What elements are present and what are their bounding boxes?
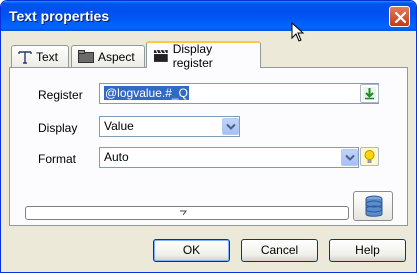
tab-text[interactable]: Text — [11, 45, 69, 67]
format-label: Format — [38, 152, 77, 166]
display-dropdown-button[interactable] — [222, 118, 239, 135]
register-label: Register — [38, 88, 83, 102]
tab-aspect[interactable]: Aspect — [71, 45, 145, 67]
caret-icon — [180, 210, 187, 216]
display-value: Value — [104, 119, 134, 133]
database-icon — [365, 195, 383, 217]
register-browse-button[interactable] — [360, 84, 379, 103]
close-icon — [394, 11, 407, 24]
text-t-icon — [18, 50, 32, 64]
folder-icon — [78, 50, 94, 63]
tab-aspect-label: Aspect — [98, 49, 135, 64]
format-value: Auto — [104, 150, 129, 164]
ok-button[interactable]: OK — [153, 239, 230, 262]
lightbulb-icon — [364, 150, 375, 163]
tab-display-register-label: Display register — [172, 41, 213, 70]
tab-text-label: Text — [36, 49, 59, 64]
chevron-down-icon — [226, 123, 236, 130]
format-dropdown-button[interactable] — [341, 149, 358, 166]
tab-display-register[interactable]: Display register — [146, 41, 261, 70]
display-label: Display — [38, 121, 78, 135]
download-arrow-icon — [363, 87, 376, 100]
database-button[interactable] — [353, 191, 393, 221]
cancel-button[interactable]: Cancel — [241, 239, 318, 262]
preview-bar — [25, 206, 349, 220]
window-title: Text properties — [9, 8, 110, 24]
title-bar[interactable]: Text properties — [1, 1, 416, 31]
format-select[interactable]: Auto — [99, 147, 359, 168]
register-value: @logvalue.#_Q — [104, 86, 189, 100]
display-select[interactable]: Value — [99, 116, 240, 137]
format-wizard-button[interactable] — [360, 147, 379, 166]
help-button[interactable]: Help — [329, 239, 406, 262]
clapper-icon — [153, 49, 168, 62]
mouse-cursor-icon — [291, 22, 305, 42]
chevron-down-icon — [345, 154, 355, 161]
dialog-window: Text properties Text Aspect Display regi… — [0, 0, 417, 273]
close-button[interactable] — [389, 6, 410, 27]
register-input[interactable]: @logvalue.#_Q — [99, 83, 379, 104]
